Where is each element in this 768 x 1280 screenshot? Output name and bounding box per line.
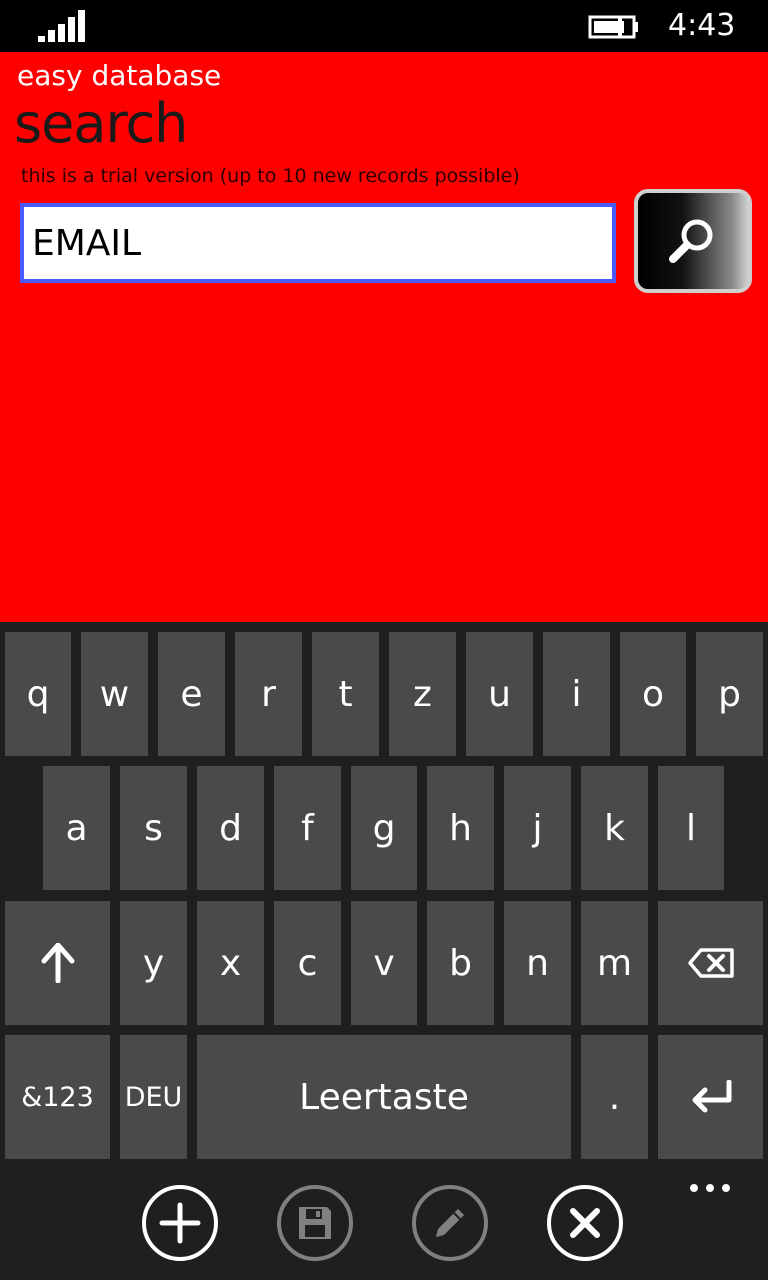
page-title: search [14,92,188,155]
key-y[interactable]: y [120,901,187,1025]
key-m[interactable]: m [581,901,648,1025]
add-button[interactable] [142,1185,218,1261]
symbols-key[interactable]: &123 [5,1035,110,1159]
backspace-key[interactable] [658,901,763,1025]
save-icon [299,1207,331,1239]
backspace-icon [687,948,734,978]
shift-key[interactable] [5,901,110,1025]
key-e[interactable]: e [158,632,225,756]
magnifier-icon [669,219,713,263]
more-ellipsis-icon[interactable] [688,1178,732,1198]
key-u[interactable]: u [466,632,533,756]
app-title: easy database [17,59,222,92]
key-j[interactable]: j [504,766,571,890]
edit-icon [436,1209,464,1237]
key-n[interactable]: n [504,901,571,1025]
key-h[interactable]: h [427,766,494,890]
key-r[interactable]: r [235,632,302,756]
close-button[interactable] [547,1185,623,1261]
key-i[interactable]: i [543,632,610,756]
key-a[interactable]: a [43,766,110,890]
key-p[interactable]: p [696,632,763,756]
battery-charging-icon [588,15,638,39]
enter-icon [692,1080,731,1113]
key-o[interactable]: o [620,632,686,756]
key-s[interactable]: s [120,766,187,890]
app-bar [0,1170,768,1280]
close-icon [570,1208,600,1238]
key-b[interactable]: b [427,901,494,1025]
period-key[interactable]: . [581,1035,648,1159]
app-content: easy database search this is a trial ver… [0,52,768,622]
search-button[interactable] [634,189,752,293]
shift-arrow-up-icon [41,943,74,983]
key-d[interactable]: d [197,766,264,890]
signal-strength-icon [38,10,85,42]
trial-notice: this is a trial version (up to 10 new re… [21,165,520,187]
status-bar: 4:43 [0,0,768,52]
add-icon [159,1202,201,1244]
key-l[interactable]: l [658,766,724,890]
key-q[interactable]: q [5,632,71,756]
key-v[interactable]: v [351,901,417,1025]
key-x[interactable]: x [197,901,264,1025]
clock: 4:43 [668,8,736,43]
key-w[interactable]: w [81,632,148,756]
key-z[interactable]: z [389,632,456,756]
key-c[interactable]: c [274,901,341,1025]
key-t[interactable]: t [312,632,379,756]
save-button[interactable] [277,1185,353,1261]
search-input[interactable] [20,203,616,283]
space-key[interactable]: Leertaste [197,1035,571,1159]
on-screen-keyboard: q w e r t z u i o p a s d f g h j k l y … [0,622,768,1170]
key-g[interactable]: g [351,766,417,890]
language-key[interactable]: DEU [120,1035,187,1159]
edit-button[interactable] [412,1185,488,1261]
key-k[interactable]: k [581,766,648,890]
key-f[interactable]: f [274,766,341,890]
enter-key[interactable] [658,1035,763,1159]
